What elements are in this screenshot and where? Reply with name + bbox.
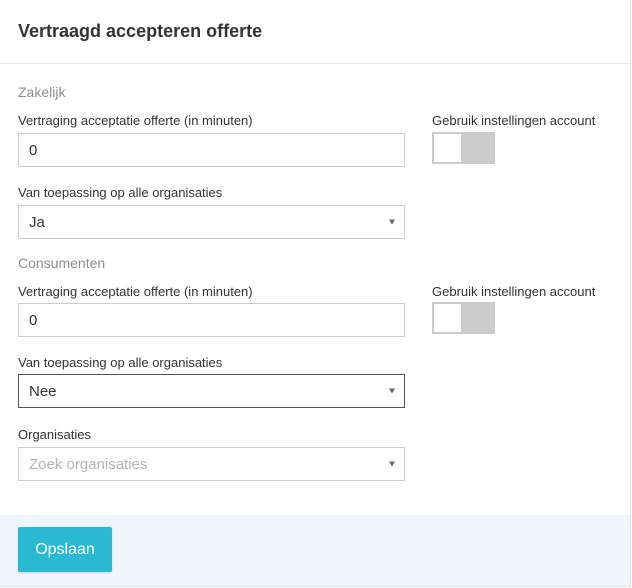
consumers-applies-select[interactable]: Nee [18, 374, 405, 408]
business-applies-label: Van toepassing op alle organisaties [18, 185, 223, 200]
panel-footer: Opslaan [0, 515, 630, 586]
consumers-use-account-toggle[interactable] [432, 302, 495, 334]
consumers-delay-input[interactable]: 0 [18, 303, 405, 337]
business-use-account-label: Gebruik instellingen account [432, 113, 596, 128]
consumers-applies-value: Nee [29, 382, 57, 400]
toggle-knob [434, 134, 461, 162]
consumers-delay-value: 0 [29, 311, 38, 329]
business-delay-input[interactable]: 0 [18, 133, 405, 167]
settings-panel: Vertraagd accepteren offerte Zakelijk Ve… [0, 0, 631, 587]
page-title: Vertraagd accepteren offerte [18, 21, 263, 41]
section-title-consumers: Consumenten [18, 255, 106, 271]
toggle-knob [434, 304, 461, 332]
consumers-use-account-label: Gebruik instellingen account [432, 284, 596, 299]
caret-down-icon [389, 461, 395, 467]
caret-down-icon [389, 388, 395, 394]
consumers-applies-label: Van toepassing op alle organisaties [18, 355, 223, 370]
organisations-label: Organisaties [18, 427, 91, 442]
organisations-search-select[interactable]: Zoek organisaties [18, 447, 405, 481]
save-button[interactable]: Opslaan [18, 527, 112, 572]
business-use-account-toggle[interactable] [432, 132, 495, 164]
panel-header: Vertraagd accepteren offerte [0, 0, 630, 64]
organisations-placeholder: Zoek organisaties [29, 455, 148, 473]
business-delay-value: 0 [29, 141, 38, 159]
business-applies-select[interactable]: Ja [18, 205, 405, 239]
consumers-delay-label: Vertraging acceptatie offerte (in minute… [18, 284, 253, 299]
section-title-business: Zakelijk [18, 84, 66, 100]
business-delay-label: Vertraging acceptatie offerte (in minute… [18, 113, 253, 128]
caret-down-icon [389, 219, 395, 225]
business-applies-value: Ja [29, 213, 45, 231]
